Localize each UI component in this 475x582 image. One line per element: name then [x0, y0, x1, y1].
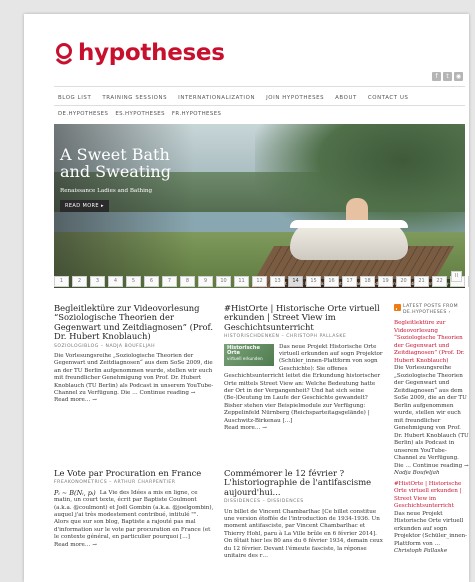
main-nav: Blog List Training Sessions Internationa… [58, 95, 409, 101]
page-button[interactable]: 6 [144, 276, 159, 287]
rss-icon[interactable]: ◉ [454, 72, 463, 81]
read-more-button[interactable]: READ MORE ▸ [60, 200, 109, 212]
slide-subtitle: Renaissance Ladies and Bathing [60, 188, 153, 194]
post-title[interactable]: Begleitlektüre zur Videovorlesung “Sozio… [54, 303, 214, 342]
social-links: f t ◉ [432, 72, 463, 81]
slider-pause-button[interactable]: II [451, 271, 462, 282]
page-button[interactable]: 19 [378, 276, 393, 287]
slider-pagination: 1 2 3 4 5 6 7 8 9 10 11 12 13 14 15 16 1… [54, 276, 469, 287]
post-card: Begleitlektüre zur Videovorlesung “Sozio… [54, 303, 214, 405]
sidebar-post: Begleitlektüre zur Videovorlesung “Sozio… [394, 320, 469, 478]
page-button[interactable]: 21 [414, 276, 429, 287]
page-button[interactable]: 16 [324, 276, 339, 287]
read-more-link[interactable]: Read more… → [54, 542, 214, 549]
sidebar-post-title[interactable]: #HistOrte | Historische Orte virtuell er… [394, 481, 461, 510]
sidebar-post-author: Christoph Pallaske [394, 548, 448, 554]
page-button[interactable]: 13 [270, 276, 285, 287]
post-meta[interactable]: SOZIOLOGIBLOG – NADJA BOUFELJAH [54, 343, 214, 350]
rss-feed-icon[interactable] [394, 304, 401, 311]
nav-item-es-hypotheses[interactable]: ES.Hypotheses [115, 111, 165, 117]
site-name: hypotheses [78, 40, 225, 66]
hypotheses-logo-icon [55, 42, 73, 64]
sidebar-post-author: Nadja Boufeljah [394, 470, 440, 476]
page-button[interactable]: 2 [72, 276, 87, 287]
post-card: Commémorer le 12 février ? L'historiogra… [224, 468, 386, 560]
post-excerpt: Die Vorlesungsreihe „Soziologische Theor… [54, 353, 214, 397]
thumb-title: Historische Orte [227, 344, 260, 356]
page-button[interactable]: 3 [90, 276, 105, 287]
post-title[interactable]: #HistOrte | Historische Orte virtuell er… [224, 303, 386, 332]
featured-slider[interactable]: A Sweet Bath and Sweating Renaissance La… [54, 124, 465, 288]
twitter-icon[interactable]: t [443, 72, 452, 81]
page-button[interactable]: 8 [180, 276, 195, 287]
post-meta[interactable]: HISTORISCHDENKEN – CHRISTOPH PALLASKE [224, 333, 386, 340]
nav-item-about[interactable]: About [335, 95, 357, 101]
page-button[interactable]: 12 [252, 276, 267, 287]
divider [54, 86, 465, 87]
nav-item-internationalization[interactable]: Internationalization [178, 95, 255, 101]
post-title[interactable]: Le Vote par Procuration en France [54, 468, 214, 478]
divider [54, 105, 465, 106]
post-excerpt: La Vie des Idées a mis en ligne, ce mati… [54, 489, 214, 541]
post-meta[interactable]: DISSIDENCES – DISSIDENCES [224, 498, 386, 505]
nav-item-join-hypotheses[interactable]: Join Hypotheses [266, 95, 324, 101]
sidebar-post-text: Die Vorlesungsreihe „Soziologische Theor… [394, 365, 469, 469]
sidebar-post-title[interactable]: Begleitlektüre zur Videovorlesung “Sozio… [394, 320, 465, 364]
page: hypotheses f t ◉ Blog List Training Sess… [24, 14, 469, 582]
read-more-link[interactable]: Read more… → [54, 397, 214, 404]
page-button[interactable]: 17 [342, 276, 357, 287]
site-logo[interactable]: hypotheses [54, 42, 225, 65]
post-card: #HistOrte | Historische Orte virtuell er… [224, 303, 386, 433]
sidebar-post-text: Das neue Projekt Historische Orte virtue… [394, 510, 468, 547]
post-excerpt: Un billet de Vincent Chambarlhac [Ce bil… [224, 508, 383, 560]
language-nav: DE.Hypotheses ES.Hypotheses FR.Hypothese… [58, 111, 221, 117]
page-button[interactable]: 10 [216, 276, 231, 287]
thumb-subtitle: virtuell erkunden [227, 355, 263, 361]
nav-item-blog-list[interactable]: Blog List [58, 95, 91, 101]
nav-item-training-sessions[interactable]: Training Sessions [102, 95, 167, 101]
read-more-link[interactable]: Read more… → [224, 425, 386, 432]
page-button[interactable]: 5 [126, 276, 141, 287]
post-meta[interactable]: FREAKONOMETRICS – ARTHUR CHARPENTIER [54, 479, 214, 486]
page-button[interactable]: 11 [234, 276, 249, 287]
page-button[interactable]: 15 [306, 276, 321, 287]
nav-item-de-hypotheses[interactable]: DE.Hypotheses [58, 111, 108, 117]
slide-title[interactable]: A Sweet Bath and Sweating [60, 146, 190, 180]
nav-item-contact-us[interactable]: Contact Us [368, 95, 409, 101]
page-button[interactable]: 24 [468, 276, 469, 287]
sidebar-post: #HistOrte | Historische Orte virtuell er… [394, 481, 469, 556]
page-button[interactable]: 9 [198, 276, 213, 287]
page-button[interactable]: 18 [360, 276, 375, 287]
post-thumbnail[interactable]: Historische Orte virtuell erkunden [224, 343, 274, 366]
page-button[interactable]: 7 [162, 276, 177, 287]
facebook-icon[interactable]: f [432, 72, 441, 81]
page-button-active[interactable]: 14 [288, 276, 303, 287]
page-button[interactable]: 1 [54, 276, 69, 287]
page-button[interactable]: 4 [108, 276, 123, 287]
nav-item-fr-hypotheses[interactable]: FR.Hypotheses [172, 111, 221, 117]
latest-posts-sidebar: Latest posts from DE.Hypotheses › Beglei… [394, 304, 469, 559]
post-card: Le Vote par Procuration en France FREAKO… [54, 468, 214, 549]
page-button[interactable]: 22 [432, 276, 447, 287]
sidebar-heading[interactable]: Latest posts from DE.Hypotheses › [403, 304, 469, 316]
post-title[interactable]: Commémorer le 12 février ? L'historiogra… [224, 468, 386, 497]
page-button[interactable]: 20 [396, 276, 411, 287]
